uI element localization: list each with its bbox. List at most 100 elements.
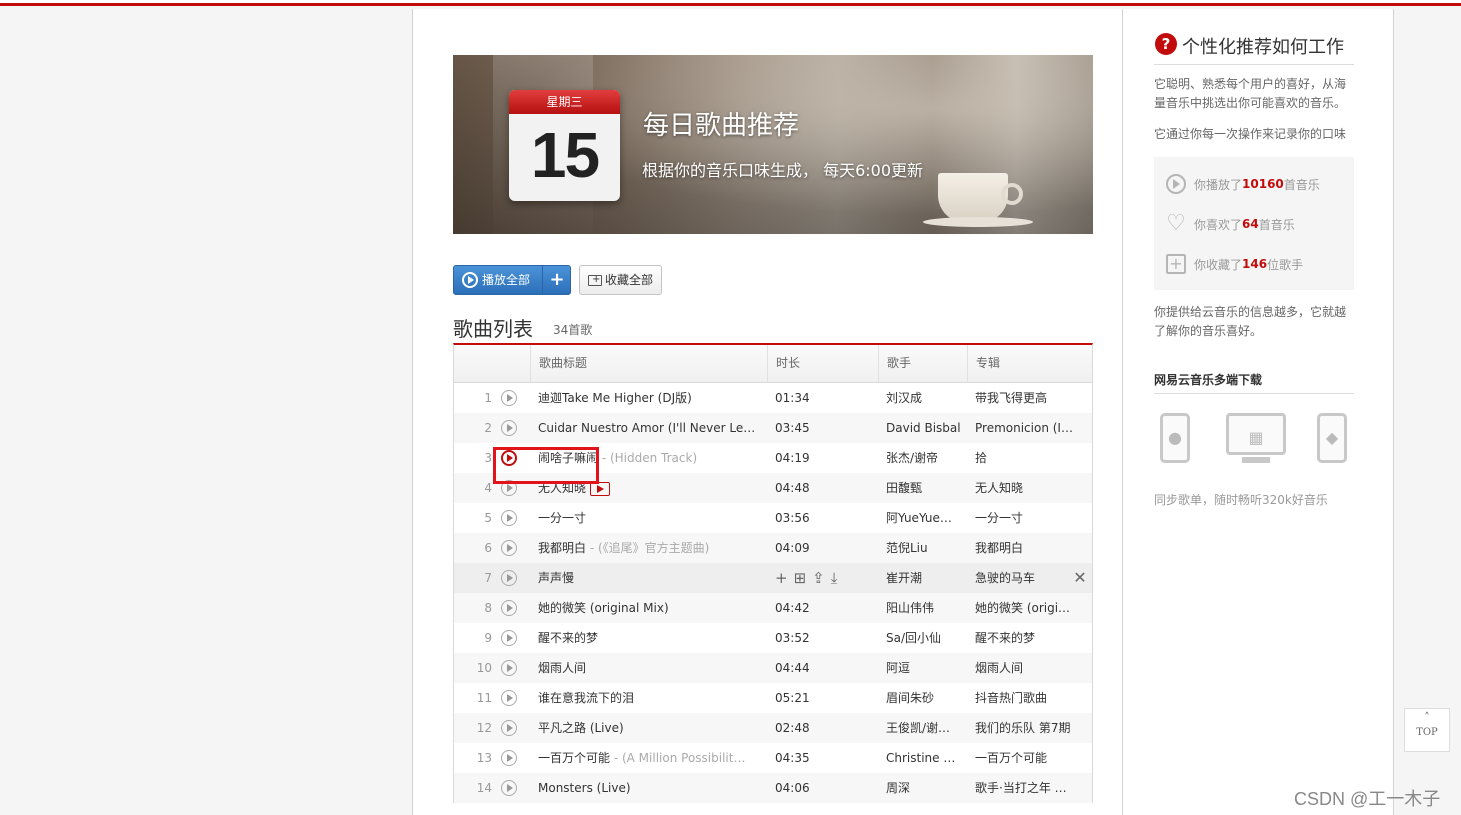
play-icon[interactable]	[501, 570, 517, 586]
play-icon[interactable]	[501, 720, 517, 736]
calendar-icon: 星期三 15	[509, 90, 620, 201]
add-to-playlist-button[interactable]: +	[542, 266, 571, 294]
chevron-up-icon: ˄	[1424, 711, 1430, 724]
song-album[interactable]: 烟雨人间	[975, 653, 1075, 683]
song-duration: 01:34	[775, 391, 810, 405]
pc-download-icon[interactable]: ▦	[1226, 413, 1286, 455]
play-icon[interactable]	[501, 510, 517, 526]
song-album[interactable]: 无人知晓	[975, 473, 1075, 503]
song-artist[interactable]: 阳山伟伟	[886, 593, 966, 623]
row-index: 7	[484, 571, 492, 585]
row-index: 11	[476, 691, 492, 705]
table-row[interactable]: 7 声声慢 + ⊞ ⇪ ⤓ ✕ 崔开潮 急驶的马车	[454, 563, 1092, 593]
play-icon[interactable]	[501, 630, 517, 646]
song-title[interactable]: 迪迦Take Me Higher (DJ版)	[538, 383, 758, 413]
song-title[interactable]: 醒不来的梦	[538, 623, 758, 653]
add-icon[interactable]: +	[775, 563, 788, 593]
song-title[interactable]: Monsters (Live)	[538, 773, 758, 803]
song-duration: 05:21	[775, 691, 810, 705]
play-icon[interactable]	[501, 750, 517, 766]
daily-recommend-banner: 星期三 15 每日歌曲推荐 根据你的音乐口味生成， 每天6:00更新	[453, 55, 1093, 234]
song-title[interactable]: 一分一寸	[538, 503, 758, 533]
song-album[interactable]: 急驶的马车	[975, 563, 1075, 593]
collect-all-button[interactable]: 收藏全部	[579, 265, 662, 295]
song-title[interactable]: 平凡之路 (Live)	[538, 713, 758, 743]
table-row[interactable]: 9 醒不来的梦 03:52 Sa/回小仙 醒不来的梦	[454, 623, 1092, 653]
desc-3: 你提供给云音乐的信息越多，它就越了解你的音乐喜好。	[1154, 305, 1347, 338]
calendar-weekday: 星期三	[509, 90, 620, 114]
ios-download-icon[interactable]: ●	[1160, 413, 1190, 463]
song-artist[interactable]: 阿YueYue…	[886, 503, 966, 533]
folder-add-icon	[588, 270, 602, 290]
header-album: 专辑	[967, 345, 1093, 382]
song-artist[interactable]: 田馥甄	[886, 473, 966, 503]
song-artist[interactable]: 刘汉成	[886, 383, 966, 413]
song-title[interactable]: Cuidar Nuestro Amor (I'll Never Le…	[538, 413, 758, 443]
desc-2: 它通过你每一次操作来记录你的口味	[1154, 127, 1347, 141]
play-icon[interactable]	[501, 690, 517, 706]
song-album[interactable]: 醒不来的梦	[975, 623, 1075, 653]
song-title[interactable]: 谁在意我流下的泪	[538, 683, 758, 713]
play-icon[interactable]	[501, 420, 517, 436]
table-row[interactable]: 5 一分一寸 03:56 阿YueYue… 一分一寸	[454, 503, 1092, 533]
song-title[interactable]: 我都明白 - (《追尾》官方主题曲)	[538, 533, 758, 563]
row-actions: + ⊞ ⇪ ⤓	[775, 563, 875, 593]
coffee-cup-image	[938, 173, 1008, 223]
play-all-label: 播放全部	[482, 273, 531, 287]
song-album[interactable]: 带我飞得更高	[975, 383, 1075, 413]
song-album[interactable]: 我都明白	[975, 533, 1075, 563]
song-title[interactable]: 她的微笑 (original Mix)	[538, 593, 758, 623]
song-album[interactable]: 一百万个可能	[975, 743, 1075, 773]
table-row[interactable]: 10 烟雨人间 04:44 阿逗 烟雨人间	[454, 653, 1092, 683]
row-index: 9	[484, 631, 492, 645]
song-artist[interactable]: Sa/回小仙	[886, 623, 966, 653]
play-circle-icon	[462, 272, 478, 288]
song-album[interactable]: 歌手·当打之年 …	[975, 773, 1075, 803]
table-row[interactable]: 11 谁在意我流下的泪 05:21 眉间朱砂 抖音热门歌曲	[454, 683, 1092, 713]
play-icon[interactable]	[501, 780, 517, 796]
table-row[interactable]: 1 迪迦Take Me Higher (DJ版) 01:34 刘汉成 带我飞得更高	[454, 383, 1092, 413]
top-label: TOP	[1416, 727, 1438, 738]
song-table: 歌曲标题 时长 歌手 专辑 1 迪迦Take Me Higher (DJ版) 01:…	[453, 343, 1093, 803]
song-duration: 04:19	[775, 451, 810, 465]
song-album[interactable]: 拾	[975, 443, 1075, 473]
song-artist[interactable]: 范倪Liu	[886, 533, 966, 563]
share-icon[interactable]: ⇪	[812, 563, 825, 593]
back-to-top-button[interactable]: ˄ TOP	[1404, 708, 1450, 752]
table-row[interactable]: 13 一百万个可能 - (A Million Possibilit… 04:35 Ch…	[454, 743, 1092, 773]
song-title[interactable]: 一百万个可能 - (A Million Possibilit…	[538, 743, 758, 773]
android-download-icon[interactable]: ◆	[1317, 413, 1347, 463]
song-artist[interactable]: Christine …	[886, 743, 966, 773]
table-row[interactable]: 6 我都明白 - (《追尾》官方主题曲) 04:09 范倪Liu 我都明白	[454, 533, 1092, 563]
song-title[interactable]: 烟雨人间	[538, 653, 758, 683]
play-icon[interactable]	[501, 660, 517, 676]
song-album[interactable]: 她的微笑 (origi…	[975, 593, 1075, 623]
play-icon[interactable]	[501, 540, 517, 556]
song-album[interactable]: 抖音热门歌曲	[975, 683, 1075, 713]
song-artist[interactable]: 阿逗	[886, 653, 966, 683]
play-icon[interactable]	[501, 390, 517, 406]
song-album[interactable]: Premonicion (In…	[975, 413, 1075, 443]
table-row[interactable]: 12 平凡之路 (Live) 02:48 王俊凯/谢… 我们的乐队 第7期	[454, 713, 1092, 743]
song-title[interactable]: 声声慢	[538, 563, 758, 593]
song-duration: 04:44	[775, 661, 810, 675]
collect-icon[interactable]: ⊞	[794, 563, 807, 593]
play-icon[interactable]	[501, 600, 517, 616]
song-artist[interactable]: David Bisbal	[886, 413, 966, 443]
song-artist[interactable]: 眉间朱砂	[886, 683, 966, 713]
play-all-button[interactable]: 播放全部 +	[453, 265, 571, 295]
table-row[interactable]: 8 她的微笑 (original Mix) 04:42 阳山伟伟 她的微笑 (origi…	[454, 593, 1092, 623]
row-index: 3	[484, 451, 492, 465]
song-album[interactable]: 我们的乐队 第7期	[975, 713, 1075, 743]
row-index: 14	[476, 781, 492, 795]
song-artist[interactable]: 王俊凯/谢…	[886, 713, 966, 743]
song-album[interactable]: 一分一寸	[975, 503, 1075, 533]
banner-subtitle: 根据你的音乐口味生成， 每天6:00更新	[642, 161, 924, 180]
table-row[interactable]: 2 Cuidar Nuestro Amor (I'll Never Le… 03:4…	[454, 413, 1092, 443]
table-row[interactable]: 14 Monsters (Live) 04:06 周深 歌手·当打之年 …	[454, 773, 1092, 803]
watermark: CSDN @工一木子	[1294, 789, 1441, 809]
song-artist[interactable]: 张杰/谢帝	[886, 443, 966, 473]
song-artist[interactable]: 崔开潮	[886, 563, 966, 593]
song-artist[interactable]: 周深	[886, 773, 966, 803]
download-icon[interactable]: ⤓	[831, 563, 838, 593]
